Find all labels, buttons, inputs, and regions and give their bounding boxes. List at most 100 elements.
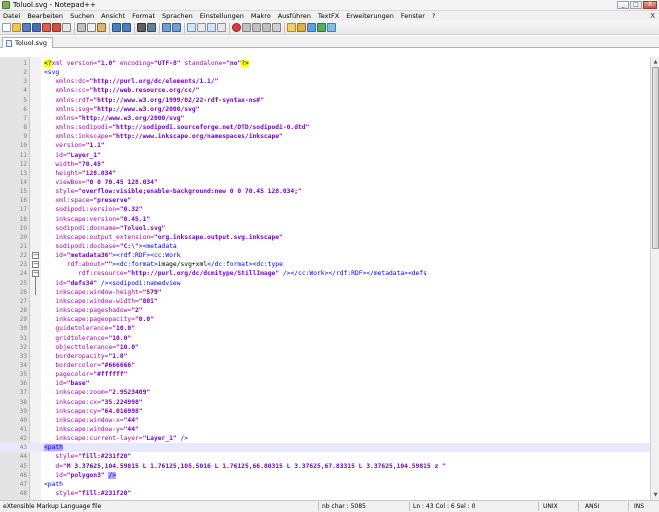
code-line[interactable]: 47 <path <box>0 480 650 489</box>
code-line[interactable]: 23 rdf:about=""><dc:format>image/svg+xml… <box>0 260 650 269</box>
replace-icon[interactable] <box>147 23 156 32</box>
copy-icon[interactable] <box>87 23 96 32</box>
wrap-icon[interactable] <box>187 23 196 32</box>
code-line[interactable]: 24 rdf:resource="http://purl.org/dc/dcmi… <box>0 269 650 278</box>
menu-makro[interactable]: Makro <box>251 12 271 20</box>
play-macro-icon[interactable] <box>252 23 261 32</box>
code-line[interactable]: 15 style="overflow:visible;enable-backgr… <box>0 187 650 196</box>
close-button[interactable]: X <box>643 1 657 9</box>
code-line[interactable]: 30 guidetolerance="10.0" <box>0 324 650 333</box>
code-line[interactable]: 42 inkscape:current-layer="Layer_1" /> <box>0 434 650 443</box>
code-line[interactable]: 46 id="polygon3" /> <box>0 471 650 480</box>
editor[interactable]: − − − 1 <?xml version="1.0" encoding="UTF-8… <box>0 57 650 500</box>
code-line[interactable]: 20 inkscape:output_extension="org.inksca… <box>0 233 650 242</box>
plugin-icon[interactable] <box>327 23 336 32</box>
maximize-button[interactable]: □ <box>630 1 642 9</box>
save-all-icon[interactable] <box>32 23 41 32</box>
code-line[interactable]: 39 inkscape:cy="64.016998" <box>0 407 650 416</box>
menu-format[interactable]: Format <box>132 12 155 20</box>
tab-toluol-svg[interactable]: Toluol.svg <box>2 37 53 48</box>
code-line[interactable]: 45 d="M 3.37625,104.59815 L 1.76125,105.… <box>0 462 650 471</box>
close-file-icon[interactable] <box>42 23 51 32</box>
code-line[interactable]: 32 objecttolerance="10.0" <box>0 343 650 352</box>
menu-bearbeiten[interactable]: Bearbeiten <box>27 12 63 20</box>
code-line[interactable]: 1 <?xml version="1.0" encoding="UTF-8" st… <box>0 59 650 68</box>
vertical-scrollbar[interactable]: ▲ ▼ <box>650 57 659 500</box>
menu-sprachen[interactable]: Sprachen <box>162 12 193 20</box>
code-line[interactable]: 35 pagecolor="#ffffff" <box>0 370 650 379</box>
code-line[interactable]: 6 xmlns:svg="http://www.w3.org/2000/svg" <box>0 105 650 114</box>
code-line[interactable]: 36 id="base" <box>0 379 650 388</box>
menu-erweiterungen[interactable]: Erweiterungen <box>346 12 394 20</box>
code-line[interactable]: 29 inkscape:pageopacity="0.0" <box>0 315 650 324</box>
code-line[interactable]: 19 sodipodi:docname="Toluol.svg" <box>0 224 650 233</box>
play-multiple-icon[interactable] <box>262 23 271 32</box>
paste-icon[interactable] <box>97 23 106 32</box>
code-line[interactable]: 40 inkscape:window-x="44" <box>0 416 650 425</box>
close-document-icon[interactable]: X <box>650 12 655 20</box>
scroll-up-icon[interactable]: ▲ <box>652 58 659 66</box>
open-file-icon[interactable] <box>12 23 21 32</box>
folder-open-icon[interactable] <box>297 23 306 32</box>
menu-textfx[interactable]: TextFX <box>318 12 339 20</box>
code-line[interactable]: 16 xml:space="preserve" <box>0 196 650 205</box>
close-all-icon[interactable] <box>52 23 61 32</box>
code-line[interactable]: 14 viewBox="0 0 70.45 128.034" <box>0 178 650 187</box>
document-map-icon[interactable] <box>307 23 316 32</box>
stop-macro-icon[interactable] <box>242 23 251 32</box>
code-line[interactable]: 43 <path <box>0 443 650 453</box>
zoom-out-icon[interactable] <box>172 23 181 32</box>
menu-help[interactable]: ? <box>432 12 435 20</box>
code-line[interactable]: 27 inkscape:window-width="801" <box>0 297 650 306</box>
code-line[interactable]: 34 bordercolor="#666666" <box>0 361 650 370</box>
code-line[interactable]: 2 <svg <box>0 68 650 77</box>
code-line[interactable]: 13 height="128.034" <box>0 169 650 178</box>
code-line[interactable]: 26 inkscape:window-height="579" <box>0 288 650 297</box>
check-icon[interactable] <box>317 23 326 32</box>
indent-guide-icon[interactable] <box>207 23 216 32</box>
find-icon[interactable] <box>137 23 146 32</box>
save-icon[interactable] <box>22 23 31 32</box>
code-line[interactable]: 22 id="metadata36"><rdf:RDF><cc:Work <box>0 251 650 260</box>
new-file-icon[interactable] <box>2 23 11 32</box>
code-line[interactable]: 4 xmlns:cc="http://web.resource.org/cc/" <box>0 86 650 95</box>
scrollbar-thumb[interactable] <box>652 67 659 249</box>
print-icon[interactable] <box>62 23 71 32</box>
code-line[interactable]: 7 xmlns="http://www.w3.org/2000/svg" <box>0 114 650 123</box>
code-line[interactable]: 9 xmlns:inkscape="http://www.inkscape.or… <box>0 132 650 141</box>
code-line[interactable]: 37 inkscape:zoom="2.9523409" <box>0 388 650 397</box>
code-line[interactable]: 25 id="defs34" /><sodipodi:namedview <box>0 279 650 288</box>
save-macro-icon[interactable] <box>272 23 281 32</box>
menu-ausfuehren[interactable]: Ausführen <box>278 12 311 20</box>
code-line[interactable]: 21 sodipodi:docbase="C:\"><metadata <box>0 242 650 251</box>
code-line[interactable]: 33 borderopacity="1.0" <box>0 352 650 361</box>
code-line[interactable]: 38 inkscape:cx="35.224998" <box>0 398 650 407</box>
code-line[interactable]: 28 inkscape:pageshadow="2" <box>0 306 650 315</box>
code-line[interactable]: 8 xmlns:sodipodi="http://sodipodi.source… <box>0 123 650 132</box>
menu-suchen[interactable]: Suchen <box>70 12 94 20</box>
cut-icon[interactable] <box>77 23 86 32</box>
zoom-in-icon[interactable] <box>162 23 171 32</box>
menu-ansicht[interactable]: Ansicht <box>101 12 125 20</box>
code-line[interactable]: 11 id="Layer_1" <box>0 151 650 160</box>
code-line[interactable]: 5 xmlns:rdf="http://www.w3.org/1999/02/2… <box>0 96 650 105</box>
folder-icon[interactable] <box>287 23 296 32</box>
code-line[interactable]: 18 inkscape:version="0.45.1" <box>0 215 650 224</box>
code-line[interactable]: 3 xmlns:dc="http://purl.org/dc/elements/… <box>0 77 650 86</box>
code-line[interactable]: 41 inkscape:window-y="44" <box>0 425 650 434</box>
sync-scroll-icon[interactable] <box>217 23 226 32</box>
code-line[interactable]: 48 style="fill:#231f20" <box>0 489 650 498</box>
code-line[interactable]: 10 version="1.1" <box>0 141 650 150</box>
menu-datei[interactable]: Datei <box>3 12 20 20</box>
redo-icon[interactable] <box>122 23 131 32</box>
code-line[interactable]: 44 style="fill:#231f20" <box>0 452 650 461</box>
show-all-chars-icon[interactable] <box>197 23 206 32</box>
menu-einstellungen[interactable]: Einstellungen <box>200 12 244 20</box>
code-line[interactable]: 17 sodipodi:version="0.32" <box>0 205 650 214</box>
code-line[interactable]: 31 gridtolerance="10.0" <box>0 334 650 343</box>
record-macro-icon[interactable] <box>232 23 241 32</box>
undo-icon[interactable] <box>112 23 121 32</box>
menu-fenster[interactable]: Fenster <box>401 12 425 20</box>
scroll-down-icon[interactable]: ▼ <box>652 491 659 499</box>
minimize-button[interactable]: _ <box>617 1 629 9</box>
